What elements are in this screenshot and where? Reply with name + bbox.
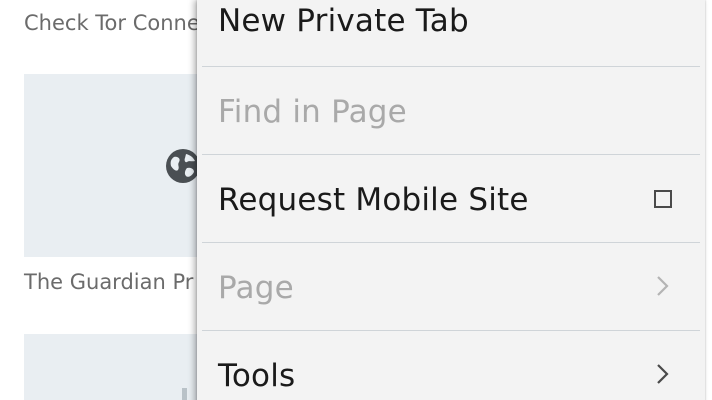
top-site-title-guardian: The Guardian Pr bbox=[24, 270, 194, 294]
browser-viewport: Check Tor Conne The Guardian Pr New Priv… bbox=[0, 0, 712, 400]
menu-item-page[interactable]: Page bbox=[202, 243, 700, 331]
menu-item-label: Find in Page bbox=[218, 94, 407, 130]
tile-image-fragment bbox=[182, 388, 187, 400]
menu-item-label: Page bbox=[218, 270, 294, 306]
menu-item-label: Tools bbox=[218, 358, 296, 394]
chevron-right-icon bbox=[657, 364, 669, 384]
menu-item-label: Request Mobile Site bbox=[218, 182, 529, 218]
menu-item-label: New Private Tab bbox=[218, 3, 469, 39]
menu-item-new-private-tab[interactable]: New Private Tab bbox=[202, 0, 700, 67]
top-site-title-tor-check: Check Tor Conne bbox=[24, 11, 200, 35]
menu-item-request-mobile-site[interactable]: Request Mobile Site bbox=[202, 155, 700, 243]
menu-item-find-in-page[interactable]: Find in Page bbox=[202, 67, 700, 155]
menu-item-tools[interactable]: Tools bbox=[202, 331, 700, 400]
chevron-right-icon bbox=[657, 276, 669, 296]
overflow-menu: New Private Tab Find in Page Request Mob… bbox=[197, 0, 705, 400]
globe-icon bbox=[166, 149, 200, 183]
request-mobile-site-checkbox[interactable] bbox=[654, 190, 672, 208]
